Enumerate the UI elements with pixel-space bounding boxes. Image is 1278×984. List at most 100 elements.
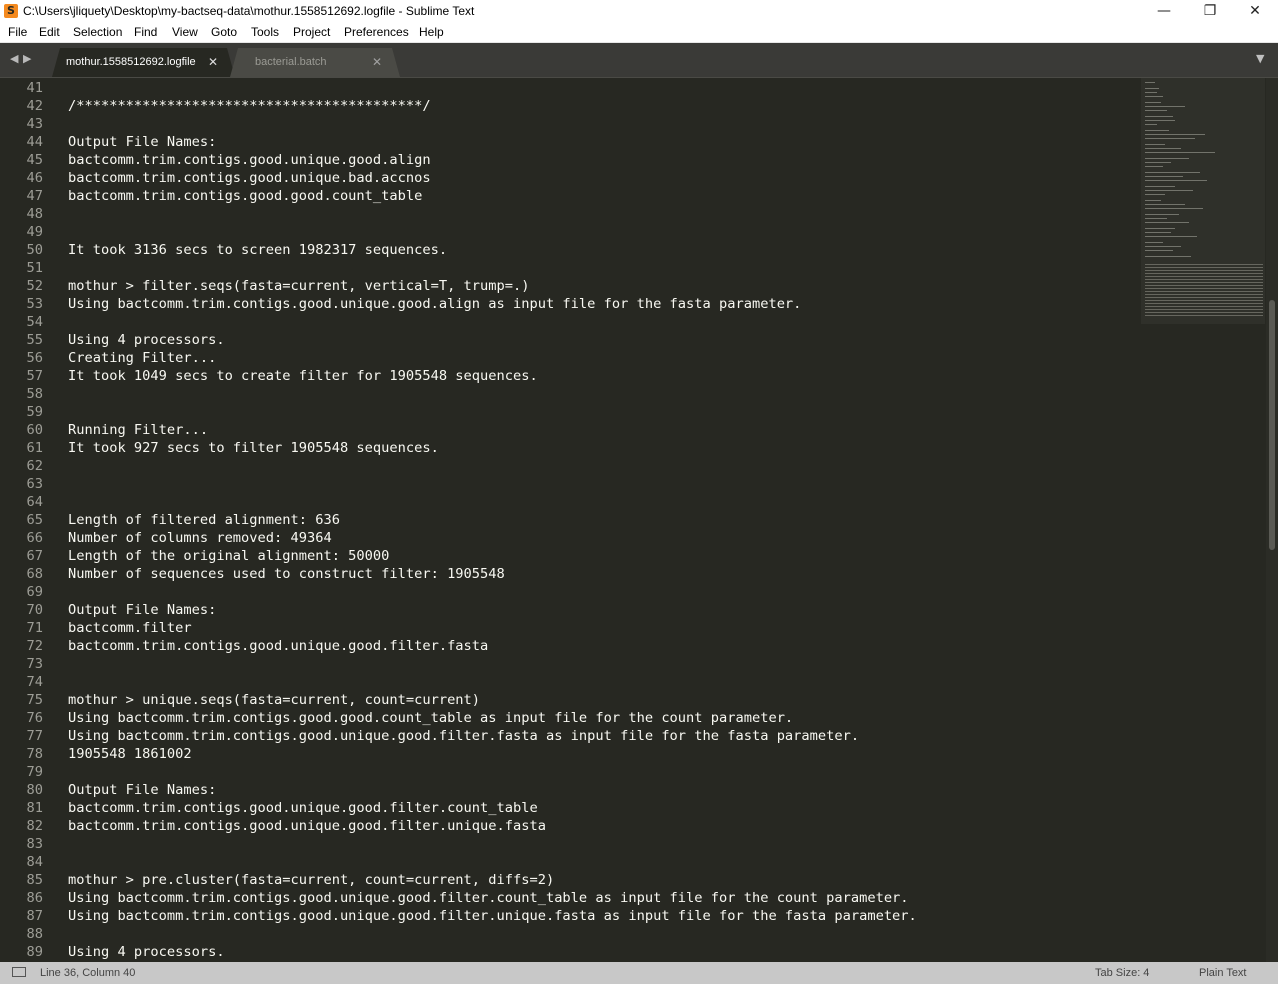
menu-preferences[interactable]: Preferences — [344, 23, 409, 42]
line-text[interactable]: 1905548 1861002 — [68, 745, 192, 763]
tab-close-icon[interactable]: ✕ — [372, 48, 382, 77]
line-text[interactable]: bactcomm.trim.contigs.good.unique.good.f… — [68, 637, 488, 655]
code-line[interactable]: 65 Length of filtered alignment: 636 — [0, 511, 1140, 529]
menu-goto[interactable]: Goto — [211, 23, 237, 42]
code-line[interactable]: 74 — [0, 673, 1140, 691]
line-text[interactable]: Using bactcomm.trim.contigs.good.unique.… — [68, 295, 801, 313]
line-text[interactable]: Number of columns removed: 49364 — [68, 529, 332, 547]
menu-project[interactable]: Project — [293, 23, 330, 42]
code-line[interactable]: 82 bactcomm.trim.contigs.good.unique.good… — [0, 817, 1140, 835]
code-line[interactable]: 72 bactcomm.trim.contigs.good.unique.good… — [0, 637, 1140, 655]
tab-bacterial-batch[interactable]: bacterial.batch ✕ — [230, 48, 400, 77]
line-text[interactable]: Output File Names: — [68, 781, 216, 799]
code-line[interactable]: 87 Using bactcomm.trim.contigs.good.uniqu… — [0, 907, 1140, 925]
line-text[interactable]: bactcomm.trim.contigs.good.good.count_ta… — [68, 187, 422, 205]
line-text[interactable]: Using bactcomm.trim.contigs.good.unique.… — [68, 727, 859, 745]
back-arrow-icon[interactable]: ◀ — [10, 52, 18, 65]
code-line[interactable]: 48 — [0, 205, 1140, 223]
line-text[interactable]: It took 1049 secs to create filter for 1… — [68, 367, 538, 385]
line-text[interactable]: bactcomm.trim.contigs.good.unique.good.f… — [68, 817, 546, 835]
code-line[interactable]: 47 bactcomm.trim.contigs.good.good.count_… — [0, 187, 1140, 205]
menu-edit[interactable]: Edit — [39, 23, 60, 42]
code-line[interactable]: 69 — [0, 583, 1140, 601]
line-text[interactable]: Using bactcomm.trim.contigs.good.unique.… — [68, 889, 909, 907]
line-text[interactable]: Output File Names: — [68, 133, 216, 151]
forward-arrow-icon[interactable]: ▶ — [23, 52, 31, 65]
code-line[interactable]: 75 mothur > unique.seqs(fasta=current, co… — [0, 691, 1140, 709]
line-text[interactable]: mothur > unique.seqs(fasta=current, coun… — [68, 691, 480, 709]
code-line[interactable]: 56 Creating Filter... — [0, 349, 1140, 367]
code-line[interactable]: 64 — [0, 493, 1140, 511]
line-text[interactable]: Running Filter... — [68, 421, 208, 439]
syntax-selector[interactable]: Plain Text — [1199, 962, 1247, 984]
line-text[interactable]: mothur > pre.cluster(fasta=current, coun… — [68, 871, 554, 889]
code-line[interactable]: 45 bactcomm.trim.contigs.good.unique.good… — [0, 151, 1140, 169]
code-line[interactable]: 53 Using bactcomm.trim.contigs.good.uniqu… — [0, 295, 1140, 313]
line-text[interactable]: Output File Names: — [68, 601, 216, 619]
tab-logfile[interactable]: mothur.1558512692.logfile ✕ — [52, 48, 235, 77]
line-text[interactable]: Number of sequences used to construct fi… — [68, 565, 505, 583]
code-line[interactable]: 49 — [0, 223, 1140, 241]
minimap[interactable] — [1140, 78, 1266, 962]
line-text[interactable]: bactcomm.trim.contigs.good.unique.good.f… — [68, 799, 538, 817]
minimize-button[interactable]: — — [1141, 0, 1187, 23]
line-text[interactable]: bactcomm.trim.contigs.good.unique.good.a… — [68, 151, 431, 169]
code-line[interactable]: 41 — [0, 79, 1140, 97]
code-line[interactable]: 84 — [0, 853, 1140, 871]
code-line[interactable]: 62 — [0, 457, 1140, 475]
tab-size-selector[interactable]: Tab Size: 4 — [1095, 962, 1149, 984]
code-line[interactable]: 70 Output File Names: — [0, 601, 1140, 619]
editor-area[interactable]: 41 42 /***********************************… — [0, 78, 1278, 962]
code-line[interactable]: 85 mothur > pre.cluster(fasta=current, co… — [0, 871, 1140, 889]
code-line[interactable]: 58 — [0, 385, 1140, 403]
line-text[interactable]: Using bactcomm.trim.contigs.good.good.co… — [68, 709, 793, 727]
menu-tools[interactable]: Tools — [251, 23, 279, 42]
line-text[interactable]: Length of the original alignment: 50000 — [68, 547, 389, 565]
line-text[interactable]: Using 4 processors. — [68, 331, 225, 349]
menu-find[interactable]: Find — [134, 23, 157, 42]
menu-selection[interactable]: Selection — [73, 23, 122, 42]
code-line[interactable]: 63 — [0, 475, 1140, 493]
code-line[interactable]: 88 — [0, 925, 1140, 943]
panel-toggle-icon[interactable] — [12, 967, 26, 977]
line-text[interactable]: bactcomm.filter — [68, 619, 192, 637]
code-line[interactable]: 67 Length of the original alignment: 5000… — [0, 547, 1140, 565]
code-line[interactable]: 57 It took 1049 secs to create filter for… — [0, 367, 1140, 385]
code-line[interactable]: 76 Using bactcomm.trim.contigs.good.good.… — [0, 709, 1140, 727]
code-line[interactable]: 77 Using bactcomm.trim.contigs.good.uniqu… — [0, 727, 1140, 745]
line-text[interactable]: mothur > filter.seqs(fasta=current, vert… — [68, 277, 529, 295]
code-line[interactable]: 71 bactcomm.filter — [0, 619, 1140, 637]
line-text[interactable]: Creating Filter... — [68, 349, 216, 367]
menu-view[interactable]: View — [172, 23, 198, 42]
code-line[interactable]: 42 /*************************************… — [0, 97, 1140, 115]
menu-help[interactable]: Help — [419, 23, 444, 42]
code-line[interactable]: 51 — [0, 259, 1140, 277]
code-line[interactable]: 73 — [0, 655, 1140, 673]
code-line[interactable]: 44 Output File Names: — [0, 133, 1140, 151]
code-line[interactable]: 46 bactcomm.trim.contigs.good.unique.bad.… — [0, 169, 1140, 187]
code-line[interactable]: 43 — [0, 115, 1140, 133]
code-line[interactable]: 86 Using bactcomm.trim.contigs.good.uniqu… — [0, 889, 1140, 907]
line-text[interactable]: /***************************************… — [68, 97, 431, 115]
line-text[interactable]: Using bactcomm.trim.contigs.good.unique.… — [68, 907, 917, 925]
code-line[interactable]: 68 Number of sequences used to construct … — [0, 565, 1140, 583]
code-line[interactable]: 54 — [0, 313, 1140, 331]
code-line[interactable]: 60 Running Filter... — [0, 421, 1140, 439]
line-text[interactable]: Length of filtered alignment: 636 — [68, 511, 340, 529]
code-view[interactable]: 41 42 /***********************************… — [0, 79, 1140, 961]
code-line[interactable]: 66 Number of columns removed: 49364 — [0, 529, 1140, 547]
code-line[interactable]: 83 — [0, 835, 1140, 853]
code-line[interactable]: 80 Output File Names: — [0, 781, 1140, 799]
vertical-scrollbar[interactable] — [1266, 78, 1278, 962]
code-line[interactable]: 50 It took 3136 secs to screen 1982317 se… — [0, 241, 1140, 259]
tab-list-dropdown-icon[interactable]: ▼ — [1256, 52, 1264, 65]
line-text[interactable]: bactcomm.trim.contigs.good.unique.bad.ac… — [68, 169, 431, 187]
line-text[interactable]: Using 4 processors. — [68, 943, 225, 961]
line-text[interactable]: It took 927 secs to filter 1905548 seque… — [68, 439, 439, 457]
code-line[interactable]: 59 — [0, 403, 1140, 421]
code-line[interactable]: 78 1905548 1861002 — [0, 745, 1140, 763]
code-line[interactable]: 55 Using 4 processors. — [0, 331, 1140, 349]
line-text[interactable]: It took 3136 secs to screen 1982317 sequ… — [68, 241, 447, 259]
menu-file[interactable]: File — [8, 23, 27, 42]
code-line[interactable]: 81 bactcomm.trim.contigs.good.unique.good… — [0, 799, 1140, 817]
